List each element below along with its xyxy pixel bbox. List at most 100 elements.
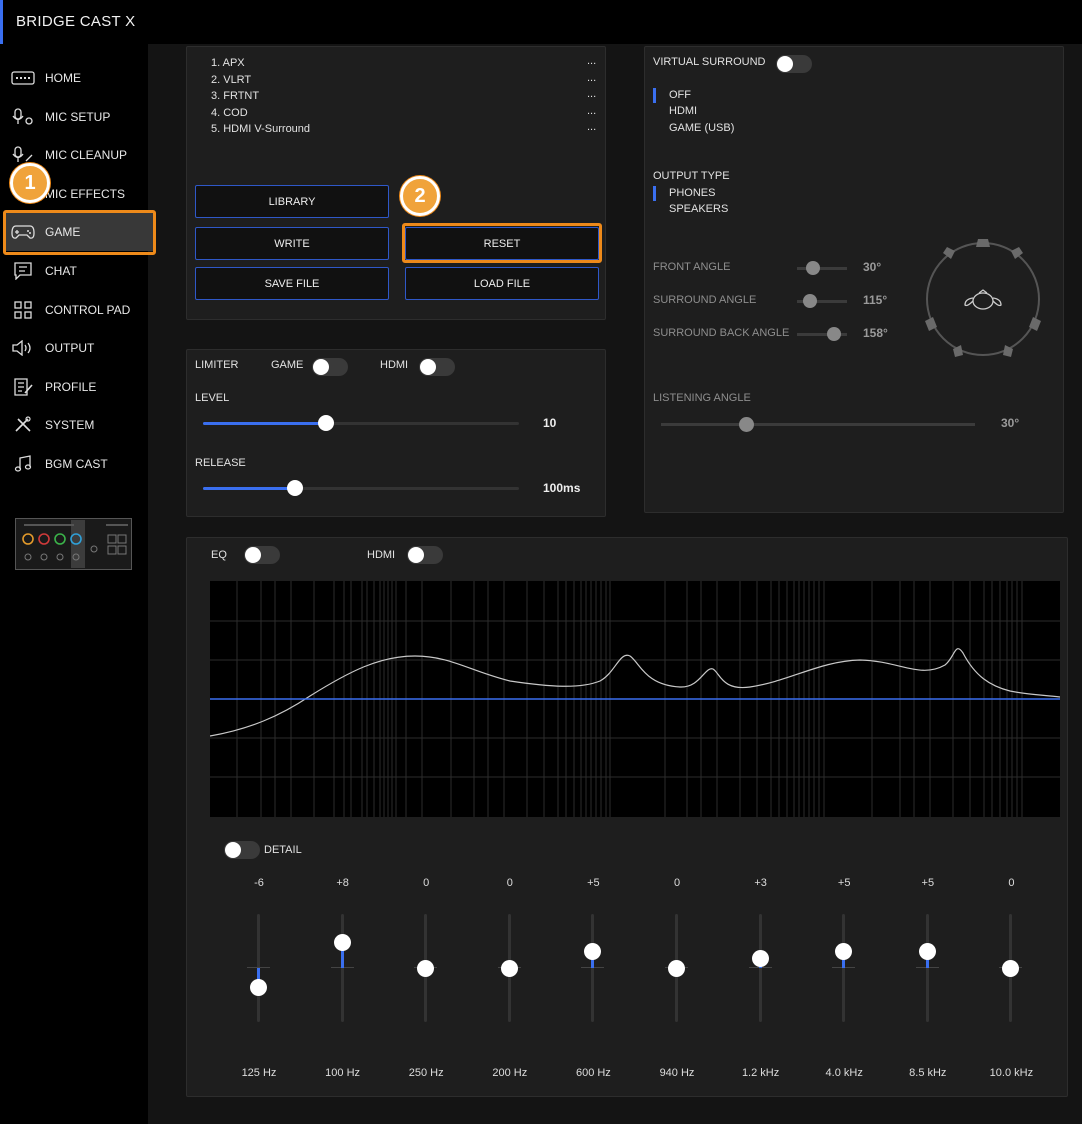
- mode-option-off[interactable]: OFF: [669, 89, 691, 101]
- front-angle-slider[interactable]: [797, 267, 847, 270]
- eq-band-thumb[interactable]: [1002, 959, 1020, 977]
- eq-band-frequency: 1.2 kHz: [741, 1067, 780, 1079]
- profile-icon: [9, 377, 37, 397]
- sidebar-item-home[interactable]: HOME: [5, 59, 153, 97]
- sidebar-item-control-pad[interactable]: CONTROL PAD: [5, 291, 153, 329]
- surround-back-angle-thumb[interactable]: [827, 327, 841, 341]
- eq-band-4: 0 200 Hz: [480, 870, 540, 1090]
- preset-more-icon[interactable]: ...: [587, 72, 596, 84]
- eq-band-thumb[interactable]: [668, 959, 685, 977]
- eq-band-10: 0 10.0 kHz: [981, 870, 1041, 1090]
- speaker-layout-diagram: [923, 235, 1043, 359]
- eq-band-frequency: 940 Hz: [659, 1067, 695, 1079]
- app-title: BRIDGE CAST X: [16, 13, 136, 30]
- sidebar-item-label: PROFILE: [45, 380, 97, 394]
- eq-band-frequency: 125 Hz: [241, 1067, 277, 1079]
- title-bar: BRIDGE CAST X: [0, 0, 1082, 44]
- eq-band-frequency: 200 Hz: [492, 1067, 528, 1079]
- toggle-knob: [225, 842, 241, 858]
- sidebar-item-chat[interactable]: CHAT: [5, 252, 153, 290]
- eq-band-slider[interactable]: [591, 914, 595, 1022]
- mic-setup-icon: [9, 107, 37, 127]
- eq-band-gain: +5: [587, 877, 600, 889]
- output-option-speakers[interactable]: SPEAKERS: [669, 203, 728, 215]
- preset-item[interactable]: 2. VLRT...: [211, 72, 597, 89]
- preset-more-icon[interactable]: ...: [587, 105, 596, 117]
- release-label: RELEASE: [195, 457, 246, 469]
- eq-band-gain: 0: [423, 877, 430, 889]
- eq-hdmi-toggle[interactable]: [407, 546, 443, 564]
- surround-angle-thumb[interactable]: [803, 294, 817, 308]
- virtual-surround-toggle[interactable]: [776, 55, 812, 73]
- control-pad-icon: [9, 300, 37, 320]
- preset-more-icon[interactable]: ...: [587, 121, 596, 133]
- eq-band-thumb[interactable]: [500, 959, 518, 977]
- sidebar-item-profile[interactable]: PROFILE: [5, 368, 153, 406]
- level-label: LEVEL: [195, 392, 230, 404]
- sidebar: HOME MIC SETUP MIC CLEANUP MIC EFFECTS G…: [0, 44, 153, 1124]
- preset-more-icon[interactable]: ...: [587, 55, 596, 67]
- eq-band-7: +3 1.2 kHz: [731, 870, 791, 1090]
- eq-band-slider[interactable]: [925, 914, 929, 1022]
- limiter-game-label: GAME: [271, 359, 304, 371]
- eq-band-thumb[interactable]: [250, 979, 267, 996]
- preset-item[interactable]: 1. APX...: [211, 55, 597, 72]
- detail-toggle[interactable]: [224, 841, 260, 859]
- eq-band-thumb[interactable]: [333, 933, 351, 951]
- eq-band-slider[interactable]: [842, 914, 846, 1022]
- level-value: 10: [543, 416, 557, 430]
- preset-label: 2. VLRT: [211, 73, 252, 86]
- preset-item[interactable]: 4. COD...: [211, 105, 597, 122]
- eq-band-frequency: 8.5 kHz: [909, 1067, 947, 1079]
- eq-band-slider[interactable]: [758, 914, 762, 1022]
- home-icon: [9, 68, 37, 88]
- output-type-label: OUTPUT TYPE: [653, 170, 730, 182]
- sidebar-item-system[interactable]: SYSTEM: [5, 406, 153, 444]
- library-button[interactable]: LIBRARY: [195, 185, 389, 218]
- limiter-hdmi-toggle[interactable]: [419, 358, 455, 376]
- eq-band-thumb[interactable]: [417, 959, 435, 977]
- load-file-button[interactable]: LOAD FILE: [405, 267, 599, 300]
- listening-angle-label: LISTENING ANGLE: [653, 392, 751, 404]
- eq-band-thumb[interactable]: [751, 949, 769, 967]
- front-angle-label: FRONT ANGLE: [653, 261, 731, 273]
- surround-angle-value: 115°: [863, 293, 888, 307]
- mode-option-game-usb[interactable]: GAME (USB): [669, 122, 734, 134]
- eq-band-8: +5 4.0 kHz: [814, 870, 874, 1090]
- slider-thumb[interactable]: [286, 480, 303, 496]
- front-angle-thumb[interactable]: [806, 261, 820, 275]
- listening-angle-value: 30°: [1001, 416, 1020, 430]
- callout-number: 1: [24, 171, 36, 194]
- toggle-knob: [777, 56, 793, 72]
- sidebar-item-label: MIC EFFECTS: [45, 187, 125, 201]
- eq-band-3: 0 250 Hz: [396, 870, 456, 1090]
- sidebar-item-output[interactable]: OUTPUT: [5, 329, 153, 367]
- preset-item[interactable]: 5. HDMI V-Surround...: [211, 121, 597, 138]
- listening-angle-slider[interactable]: [661, 423, 975, 426]
- write-button[interactable]: WRITE: [195, 227, 389, 260]
- limiter-panel: LIMITER GAME HDMI LEVEL 10 RELEASE 100ms: [186, 349, 606, 517]
- eq-band-thumb[interactable]: [584, 943, 602, 961]
- limiter-game-toggle[interactable]: [312, 358, 348, 376]
- sidebar-item-mic-setup[interactable]: MIC SETUP: [5, 98, 153, 136]
- slider-thumb[interactable]: [318, 415, 335, 431]
- callout-number: 2: [414, 184, 426, 207]
- eq-toggle[interactable]: [244, 546, 280, 564]
- preset-item[interactable]: 3. FRTNT...: [211, 88, 597, 105]
- listening-angle-thumb[interactable]: [739, 417, 754, 432]
- eq-band-gain: +5: [837, 877, 851, 889]
- eq-band-thumb[interactable]: [835, 943, 853, 961]
- sidebar-item-bgm-cast[interactable]: BGM CAST: [5, 445, 153, 483]
- mode-option-hdmi[interactable]: HDMI: [669, 105, 697, 117]
- preset-more-icon[interactable]: ...: [587, 88, 596, 100]
- save-file-button[interactable]: SAVE FILE: [195, 267, 389, 300]
- music-note-icon: [9, 454, 37, 474]
- output-option-phones[interactable]: PHONES: [669, 187, 715, 199]
- device-thumbnail[interactable]: [15, 518, 132, 570]
- eq-band-slider[interactable]: [340, 914, 344, 1022]
- mode-selection-bar: [653, 88, 656, 103]
- preset-label: 5. HDMI V-Surround: [211, 123, 311, 135]
- eq-band-gain: 0: [673, 877, 681, 889]
- eq-band-thumb[interactable]: [918, 943, 936, 961]
- eq-band-gain: +3: [754, 877, 767, 889]
